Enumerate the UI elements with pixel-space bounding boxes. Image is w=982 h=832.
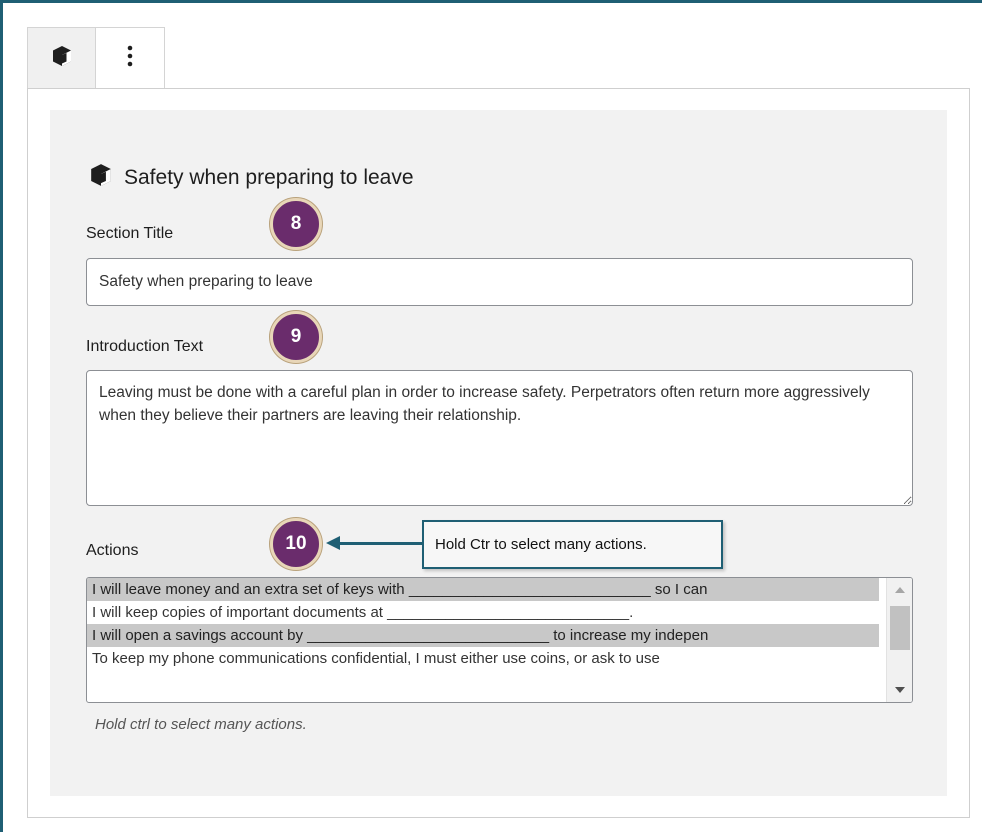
more-options-button[interactable]	[96, 28, 164, 89]
block-title: Safety when preparing to leave	[124, 166, 414, 189]
callout-arrow-line	[336, 542, 422, 545]
section-title-input[interactable]	[86, 258, 913, 306]
cube-icon	[52, 45, 72, 72]
callout-badge-9: 9	[270, 311, 322, 363]
block-container: Safety when preparing to leave Section T…	[27, 88, 970, 818]
block-heading: Safety when preparing to leave	[90, 163, 414, 193]
block-toolbar	[27, 27, 165, 89]
block-panel: Safety when preparing to leave Section T…	[50, 110, 947, 796]
list-item[interactable]: I will open a savings account by _______…	[87, 624, 879, 647]
section-title-label: Section Title	[86, 225, 174, 242]
block-type-button[interactable]	[28, 28, 96, 89]
actions-scrollbar[interactable]	[886, 578, 912, 702]
list-item[interactable]: To keep my phone communications confiden…	[87, 647, 879, 670]
list-item[interactable]: I will keep copies of important document…	[87, 601, 879, 624]
introduction-text-label: Introduction Text	[86, 338, 204, 355]
scroll-up-icon[interactable]	[895, 587, 905, 593]
actions-label: Actions	[86, 542, 139, 559]
arrow-left-icon	[326, 536, 340, 550]
scroll-down-icon[interactable]	[895, 687, 905, 693]
callout-badge-10: 10	[270, 518, 322, 570]
callout-badge-8: 8	[270, 198, 322, 250]
actions-multiselect[interactable]: I will leave money and an extra set of k…	[86, 577, 913, 703]
cube-icon	[90, 163, 112, 193]
vertical-ellipsis-icon	[127, 45, 133, 72]
actions-help-text: Hold ctrl to select many actions.	[95, 716, 307, 733]
scrollbar-thumb[interactable]	[890, 606, 910, 650]
introduction-text-field[interactable]: Leaving must be done with a careful plan…	[86, 370, 913, 506]
callout-tooltip: Hold Ctr to select many actions.	[422, 520, 723, 569]
list-item[interactable]: I will leave money and an extra set of k…	[87, 578, 879, 601]
